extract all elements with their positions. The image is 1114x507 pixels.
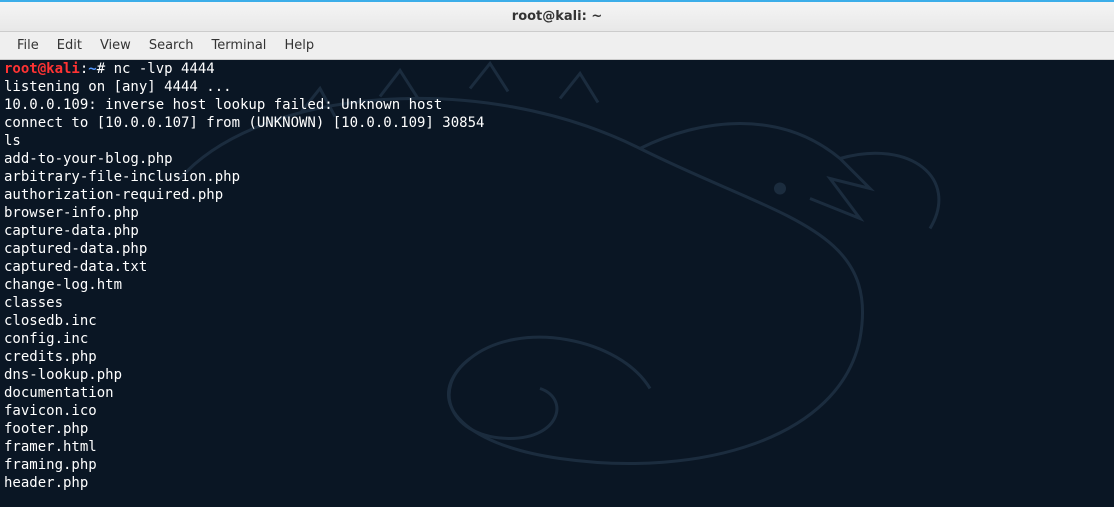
terminal-content: root@kali:~# nc -lvp 4444 listening on [… [4,60,1110,492]
terminal-output-line: classes [4,295,63,311]
terminal-output-line: closedb.inc [4,313,97,329]
menu-view[interactable]: View [91,34,140,57]
terminal-output-line: authorization-required.php [4,187,223,203]
terminal-output-line: connect to [10.0.0.107] from (UNKNOWN) [… [4,115,484,131]
menu-bar: File Edit View Search Terminal Help [0,32,1114,60]
prompt-user-host: root@kali [4,61,80,77]
terminal-output-line: credits.php [4,349,97,365]
terminal-output-line: dns-lookup.php [4,367,122,383]
terminal-output-line: ls [4,133,21,149]
terminal-output-line: captured-data.php [4,241,147,257]
terminal-output-line: framer.html [4,439,97,455]
menu-edit[interactable]: Edit [48,34,91,57]
title-bar: root@kali: ~ [0,2,1114,32]
prompt-path: ~ [88,61,96,77]
terminal-output-line: listening on [any] 4444 ... [4,79,232,95]
window-title: root@kali: ~ [512,9,602,24]
terminal-output-line: change-log.htm [4,277,122,293]
terminal-output-line: favicon.ico [4,403,97,419]
prompt-hash: # [97,61,114,77]
terminal-command: nc -lvp 4444 [114,61,215,77]
terminal-area[interactable]: root@kali:~# nc -lvp 4444 listening on [… [0,60,1114,507]
terminal-output-line: captured-data.txt [4,259,147,275]
terminal-output-line: add-to-your-blog.php [4,151,173,167]
terminal-output-line: browser-info.php [4,205,139,221]
menu-terminal[interactable]: Terminal [202,34,275,57]
menu-file[interactable]: File [8,34,48,57]
terminal-output-line: header.php [4,475,88,491]
menu-search[interactable]: Search [140,34,203,57]
terminal-output-line: capture-data.php [4,223,139,239]
terminal-output-line: arbitrary-file-inclusion.php [4,169,240,185]
terminal-output-line: 10.0.0.109: inverse host lookup failed: … [4,97,442,113]
terminal-output-line: config.inc [4,331,88,347]
menu-help[interactable]: Help [275,34,323,57]
terminal-output-line: framing.php [4,457,97,473]
terminal-output-line: documentation [4,385,114,401]
terminal-output-line: footer.php [4,421,88,437]
terminal-window: root@kali: ~ File Edit View Search Termi… [0,0,1114,507]
